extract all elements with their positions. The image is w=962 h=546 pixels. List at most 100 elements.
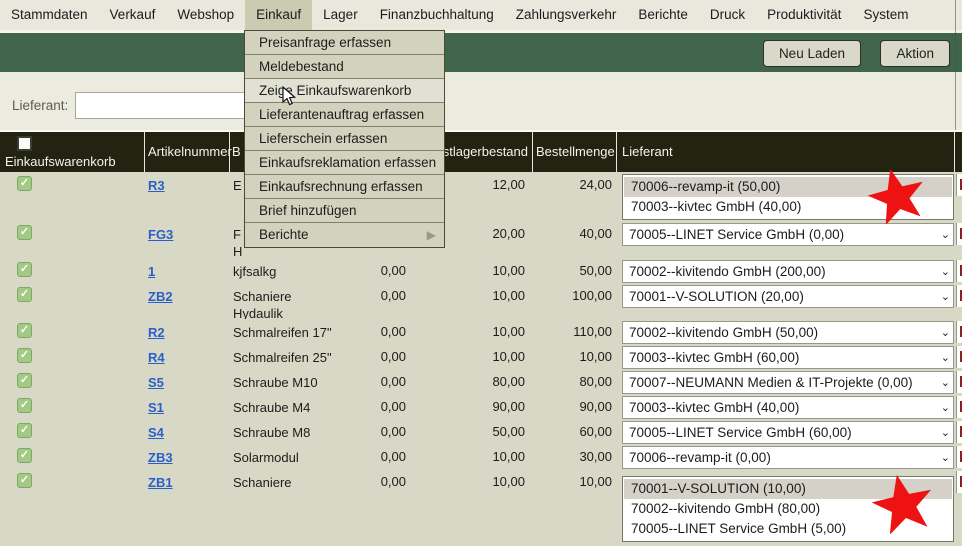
menu-item-meldebestand[interactable]: Meldebestand	[245, 55, 444, 79]
table-row: ✓FG3FH20,0040,0070005--LINET Service Gmb…	[0, 221, 962, 258]
menu-item-preisanfrage-erfassen[interactable]: Preisanfrage erfassen	[245, 31, 444, 55]
cell-einkaufswarenkorb: ✓	[0, 444, 145, 469]
select-arrow-icon: ⌄	[941, 287, 950, 308]
cell-istlagerbestand: 10,00	[412, 258, 533, 283]
cell-bestellmenge: 10,00	[533, 469, 617, 543]
row-checkbox[interactable]: ✓	[17, 348, 32, 363]
annotation-star-icon	[872, 474, 934, 534]
menu-item-brief-hinzuf-gen[interactable]: Brief hinzufügen	[245, 199, 444, 223]
article-link[interactable]: ZB2	[148, 289, 173, 304]
article-link[interactable]: ZB3	[148, 450, 173, 465]
lieferant-select[interactable]: 70003--kivtec GmbH (40,00)⌄	[622, 396, 954, 419]
cell-lieferant: 70001--V-SOLUTION (20,00)⌄	[617, 283, 955, 319]
cutoff-column-fragment	[956, 446, 962, 468]
cell-artikelnummer: ZB3	[145, 444, 230, 469]
table-row: ✓S1Schraube M40,0090,0090,0070003--kivte…	[0, 394, 962, 419]
cell-artikelnummer: S5	[145, 369, 230, 394]
row-checkbox[interactable]: ✓	[17, 448, 32, 463]
menubar-item-finanzbuchhaltung[interactable]: Finanzbuchhaltung	[369, 0, 505, 30]
row-checkbox[interactable]: ✓	[17, 287, 32, 302]
annotation-star-icon	[868, 168, 926, 224]
action-button[interactable]: Aktion	[880, 40, 950, 67]
row-checkbox[interactable]: ✓	[17, 225, 32, 240]
cell-cutoff	[955, 344, 962, 369]
lieferant-select[interactable]: 70002--kivitendo GmbH (50,00)⌄	[622, 321, 954, 344]
cell-lieferant: 70002--kivitendo GmbH (50,00)⌄	[617, 319, 955, 344]
description-line: Schraube M10	[233, 374, 365, 391]
select-arrow-icon: ⌄	[941, 262, 950, 283]
filter-area: Lieferant:	[0, 72, 962, 130]
cell-istlagerbestand: 10,00	[412, 444, 533, 469]
article-link[interactable]: R2	[148, 325, 165, 340]
row-checkbox[interactable]: ✓	[17, 323, 32, 338]
description-line: Schmalreifen 17"	[233, 324, 365, 341]
lieferant-select[interactable]: 70006--revamp-it (0,00)⌄	[622, 446, 954, 469]
article-link[interactable]: S5	[148, 375, 164, 390]
menubar-item-lager[interactable]: Lager	[312, 0, 369, 30]
menubar-item-berichte[interactable]: Berichte	[627, 0, 699, 30]
menu-item-lieferantenauftrag-erfassen[interactable]: Lieferantenauftrag erfassen	[245, 103, 444, 127]
menubar-item-system[interactable]: System	[852, 0, 919, 30]
row-checkbox[interactable]: ✓	[17, 262, 32, 277]
menubar-item-verkauf[interactable]: Verkauf	[99, 0, 167, 30]
lieferant-select[interactable]: 70005--LINET Service GmbH (60,00)⌄	[622, 421, 954, 444]
lieferant-select[interactable]: 70003--kivtec GmbH (60,00)⌄	[622, 346, 954, 369]
lieferant-select[interactable]: 70007--NEUMANN Medien & IT-Projekte (0,0…	[622, 371, 954, 394]
menubar-item-einkauf[interactable]: Einkauf	[245, 0, 312, 30]
article-link[interactable]: ZB1	[148, 475, 173, 490]
row-checkbox[interactable]: ✓	[17, 176, 32, 191]
article-link[interactable]: R3	[148, 178, 165, 193]
article-link[interactable]: S4	[148, 425, 164, 440]
menu-item-lieferschein-erfassen[interactable]: Lieferschein erfassen	[245, 127, 444, 151]
row-checkbox[interactable]: ✓	[17, 423, 32, 438]
mouse-cursor-icon	[282, 86, 297, 106]
row-checkbox[interactable]: ✓	[17, 398, 32, 413]
cell-beschreibung: Schraube M8	[230, 419, 365, 444]
menubar-item-zahlungsverkehr[interactable]: Zahlungsverkehr	[505, 0, 628, 30]
cell-einkaufswarenkorb: ✓	[0, 394, 145, 419]
row-checkbox[interactable]: ✓	[17, 373, 32, 388]
cell-artikelnummer: ZB1	[145, 469, 230, 543]
lieferant-filter-label: Lieferant:	[12, 98, 68, 113]
table-row: ✓R4Schmalreifen 25"0,0010,0010,0070003--…	[0, 344, 962, 369]
cell-istlagerbestand: 10,00	[412, 344, 533, 369]
article-link[interactable]: R4	[148, 350, 165, 365]
menubar-item-druck[interactable]: Druck	[699, 0, 756, 30]
cell-bestellmenge: 50,00	[533, 258, 617, 283]
cell-cutoff	[955, 369, 962, 394]
cell-cutoff	[955, 419, 962, 444]
table-row: ✓R2Schmalreifen 17"0,0010,00110,0070002-…	[0, 319, 962, 344]
lieferant-select[interactable]: 70002--kivitendo GmbH (200,00)⌄	[622, 260, 954, 283]
cell-bestellmenge: 40,00	[533, 221, 617, 258]
lieferant-filter-input[interactable]	[75, 92, 247, 119]
article-link[interactable]: 1	[148, 264, 155, 279]
menu-item-einkaufsrechnung-erfassen[interactable]: Einkaufsrechnung erfassen	[245, 175, 444, 199]
article-link[interactable]: S1	[148, 400, 164, 415]
header-artikelnummer: Artikelnummer	[145, 132, 230, 172]
table-row: ✓ZB3Solarmodul0,0010,0030,0070006--revam…	[0, 444, 962, 469]
row-checkbox[interactable]: ✓	[17, 473, 32, 488]
cell-istlagerbestand: 10,00	[412, 283, 533, 319]
select-all-checkbox[interactable]	[17, 136, 32, 151]
lieferant-select[interactable]: 70005--LINET Service GmbH (0,00)⌄	[622, 223, 954, 246]
header-lieferant: Lieferant	[617, 132, 955, 172]
menu-item-zeige-einkaufswarenkorb[interactable]: Zeige Einkaufswarenkorb	[245, 79, 444, 103]
reload-button[interactable]: Neu Laden	[763, 40, 861, 67]
menu-item-einkaufsreklamation-erfassen[interactable]: Einkaufsreklamation erfassen	[245, 151, 444, 175]
menu-item-berichte[interactable]: Berichte▶	[245, 223, 444, 247]
article-link[interactable]: FG3	[148, 227, 173, 242]
cell-cutoff	[955, 394, 962, 419]
cell-lieferant: 70003--kivtec GmbH (40,00)⌄	[617, 394, 955, 419]
cell-bestellmenge: 24,00	[533, 172, 617, 221]
lieferant-select[interactable]: 70001--V-SOLUTION (20,00)⌄	[622, 285, 954, 308]
select-arrow-icon: ⌄	[941, 398, 950, 419]
cell-meldebestand: 0,00	[365, 444, 412, 469]
cell-einkaufswarenkorb: ✓	[0, 258, 145, 283]
cell-bestellmenge: 10,00	[533, 344, 617, 369]
menubar-item-stammdaten[interactable]: Stammdaten	[0, 0, 99, 30]
cell-cutoff	[955, 283, 962, 319]
cell-artikelnummer: S1	[145, 394, 230, 419]
cell-einkaufswarenkorb: ✓	[0, 344, 145, 369]
menubar-item-webshop[interactable]: Webshop	[166, 0, 245, 30]
menubar-item-produktivität[interactable]: Produktivität	[756, 0, 852, 30]
